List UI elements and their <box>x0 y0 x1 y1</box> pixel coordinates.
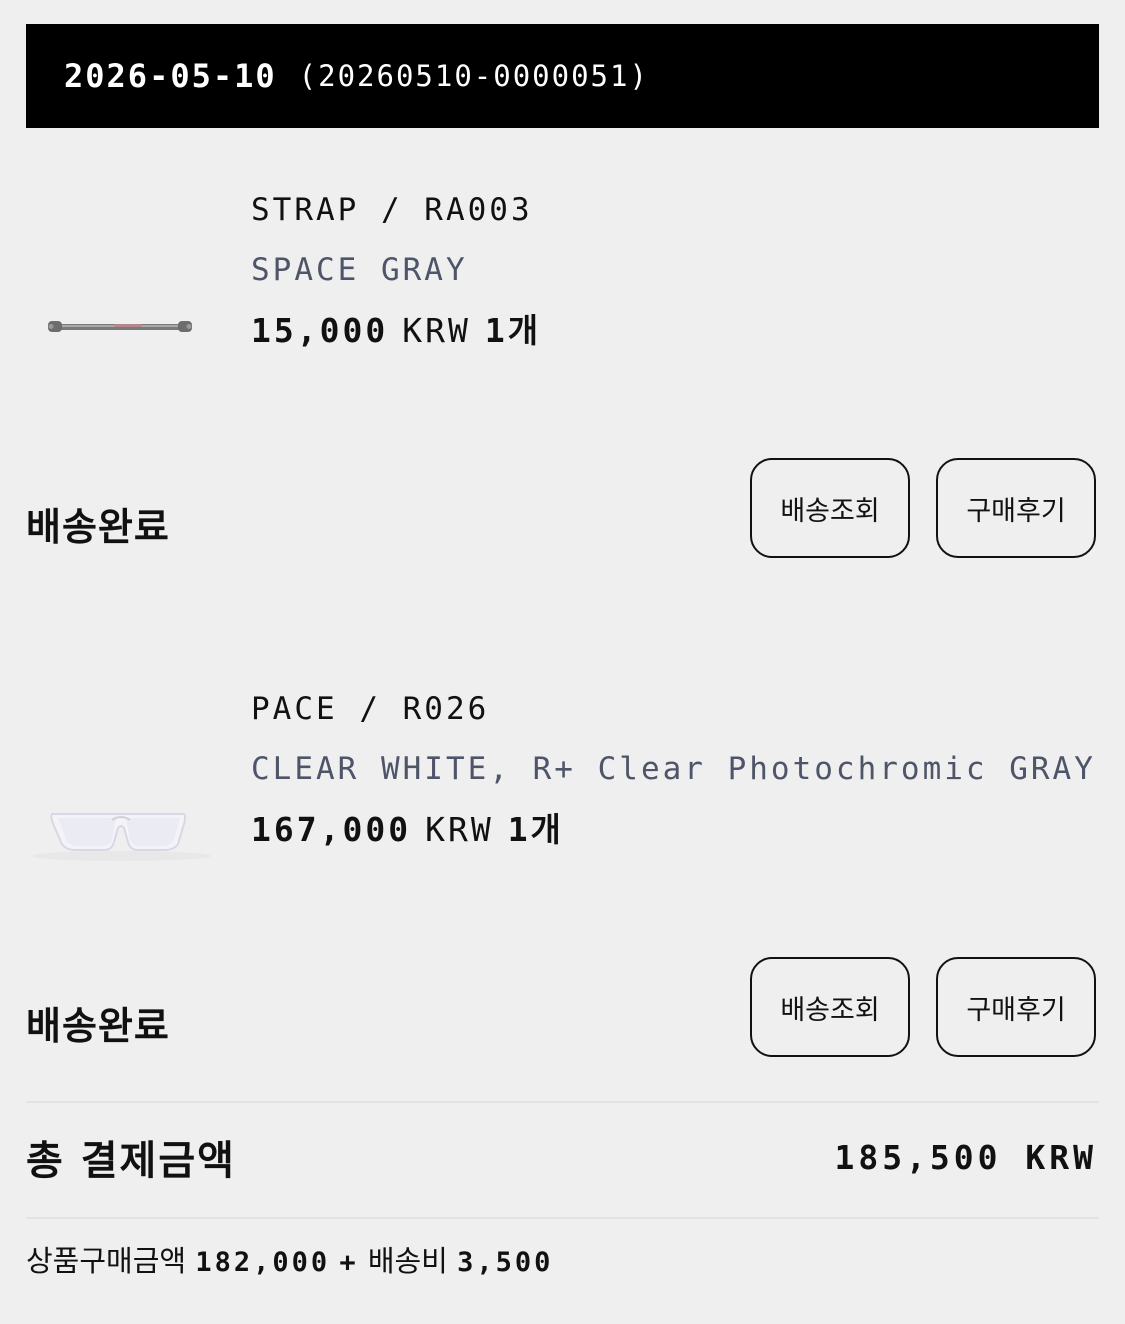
delivery-status: 배송완료 <box>26 1004 170 1048</box>
product-currency: KRW <box>425 810 494 849</box>
order-item-status-row: 배송완료 배송조회 구매후기 <box>26 458 1099 562</box>
product-currency: KRW <box>402 311 471 350</box>
product-quantity: 1개 <box>484 311 542 350</box>
track-delivery-button[interactable]: 배송조회 <box>750 957 910 1057</box>
total-payment-label: 총 결제금액 <box>26 1138 236 1184</box>
product-quantity: 1개 <box>507 810 564 849</box>
order-item-status-row: 배송완료 배송조회 구매후기 <box>26 957 1099 1061</box>
products-amount-label: 상품구매금액 <box>26 1244 187 1278</box>
divider <box>26 1101 1099 1103</box>
product-price: 167,000 <box>251 810 412 849</box>
order-header: 2026-05-10 (20260510-0000051) <box>26 24 1099 128</box>
track-delivery-button[interactable]: 배송조회 <box>750 458 910 558</box>
product-option: SPACE GRAY <box>251 252 468 288</box>
order-item-info: PACE / R026 CLEAR WHITE, R+ Clear Photoc… <box>251 689 1096 851</box>
strap-image[interactable] <box>26 282 216 372</box>
write-review-button[interactable]: 구매후기 <box>936 458 1096 558</box>
products-amount: 182,000 <box>195 1247 331 1278</box>
delivery-status: 배송완료 <box>26 505 170 549</box>
write-review-button[interactable]: 구매후기 <box>936 957 1096 1057</box>
product-price-line: 15,000 KRW 1개 <box>251 310 541 352</box>
payment-breakdown: 상품구매금액 182,000 + 배송비 3,500 <box>26 1238 553 1280</box>
product-price: 15,000 <box>251 311 389 350</box>
total-payment-amount: 185,500 KRW <box>834 1138 1097 1177</box>
order-item-info: STRAP / RA003 SPACE GRAY 15,000 KRW 1개 <box>251 190 541 352</box>
sunglasses-image[interactable] <box>26 784 216 874</box>
order-number: (20260510-0000051) <box>298 59 649 93</box>
shipping-fee-label: 배송비 <box>367 1244 448 1278</box>
product-name[interactable]: PACE / R026 <box>251 689 1096 729</box>
divider <box>26 1217 1099 1219</box>
product-option: CLEAR WHITE, R+ Clear Photochromic GRAY <box>251 751 1096 787</box>
shipping-fee-amount: 3,500 <box>457 1247 554 1278</box>
product-price-line: 167,000 KRW 1개 <box>251 809 1096 851</box>
order-date: 2026-05-10 <box>64 57 277 95</box>
plus-sign: + <box>339 1247 359 1278</box>
product-name[interactable]: STRAP / RA003 <box>251 190 541 230</box>
